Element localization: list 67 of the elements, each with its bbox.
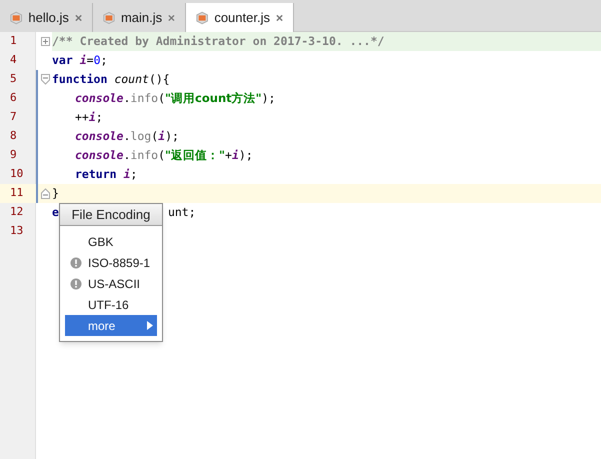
- close-icon[interactable]: [168, 14, 175, 22]
- line-number: 11: [9, 185, 24, 202]
- code-token: console: [75, 128, 124, 145]
- code-token: );: [238, 146, 253, 164]
- code-token: (: [158, 146, 166, 164]
- code-token: info: [130, 90, 158, 107]
- code-token: +: [225, 146, 232, 164]
- code-token: (: [158, 90, 166, 107]
- close-icon[interactable]: [74, 14, 82, 22]
- line-number: 13: [9, 223, 24, 240]
- code-token: ;: [130, 166, 138, 183]
- encoding-option[interactable]: GBK: [65, 231, 157, 252]
- code-token: function: [52, 70, 108, 88]
- line-number: 10: [9, 166, 24, 182]
- code-token: .: [123, 90, 130, 107]
- code-token: return: [75, 166, 118, 183]
- encoding-option[interactable]: UTF-16: [65, 294, 157, 315]
- line-number: 5: [9, 71, 18, 88]
- code-token: ++: [75, 108, 89, 126]
- line-number: 8: [9, 128, 18, 144]
- line-number: 6: [9, 90, 18, 106]
- code-token: }: [52, 184, 59, 202]
- code-token: (: [151, 128, 158, 145]
- code-token: );: [165, 128, 179, 145]
- popup-title: File Encoding: [60, 204, 162, 226]
- code-token: var: [52, 52, 74, 69]
- line-number: 12: [9, 204, 24, 220]
- code-token: info: [130, 146, 158, 164]
- file-tab[interactable]: counter.js: [186, 3, 294, 32]
- code-token: log: [130, 128, 152, 145]
- code-token: =: [86, 52, 94, 69]
- encoding-option[interactable]: US-ASCII: [65, 273, 157, 294]
- file-tab[interactable]: main.js: [93, 3, 186, 32]
- line-number: 4: [9, 52, 18, 68]
- code-token: ;: [96, 108, 103, 126]
- code-token: "返回值：": [165, 146, 226, 164]
- code-token: "调用count方法": [165, 90, 262, 107]
- code-token: i: [232, 146, 239, 164]
- code-token: console: [75, 90, 124, 107]
- code-token: e: [52, 204, 59, 221]
- line-number: 9: [9, 147, 18, 164]
- code-token: 0: [94, 52, 101, 69]
- close-icon[interactable]: [276, 14, 283, 22]
- encoding-option[interactable]: more: [65, 315, 157, 336]
- code-token: .: [123, 146, 130, 164]
- file-tab[interactable]: hello.js: [0, 3, 93, 32]
- collapse-icon[interactable]: [40, 74, 50, 85]
- code-token: unt;: [168, 204, 196, 221]
- code-token: i: [123, 166, 130, 183]
- js-file-icon: [103, 10, 115, 24]
- code-token: i: [88, 108, 96, 126]
- code-token: (){: [148, 70, 170, 88]
- code-token: /** Created by Administrator on 2017-3-10. ...*/: [52, 32, 384, 50]
- js-file-icon: [196, 10, 208, 24]
- expand-icon[interactable]: [40, 37, 50, 46]
- code-token: count: [114, 70, 149, 88]
- code-token: .: [123, 128, 130, 145]
- code-token: console: [75, 146, 124, 164]
- code-token: ;: [100, 52, 108, 69]
- line-number: 1: [9, 33, 18, 50]
- line-number: 7: [9, 109, 18, 126]
- encoding-option[interactable]: ISO-8859-1: [65, 252, 157, 273]
- js-file-icon: [10, 10, 22, 24]
- collapse-icon[interactable]: [40, 188, 50, 199]
- code-token: );: [262, 90, 276, 107]
- code-token: i: [158, 128, 166, 145]
- code-token: i: [80, 52, 87, 69]
